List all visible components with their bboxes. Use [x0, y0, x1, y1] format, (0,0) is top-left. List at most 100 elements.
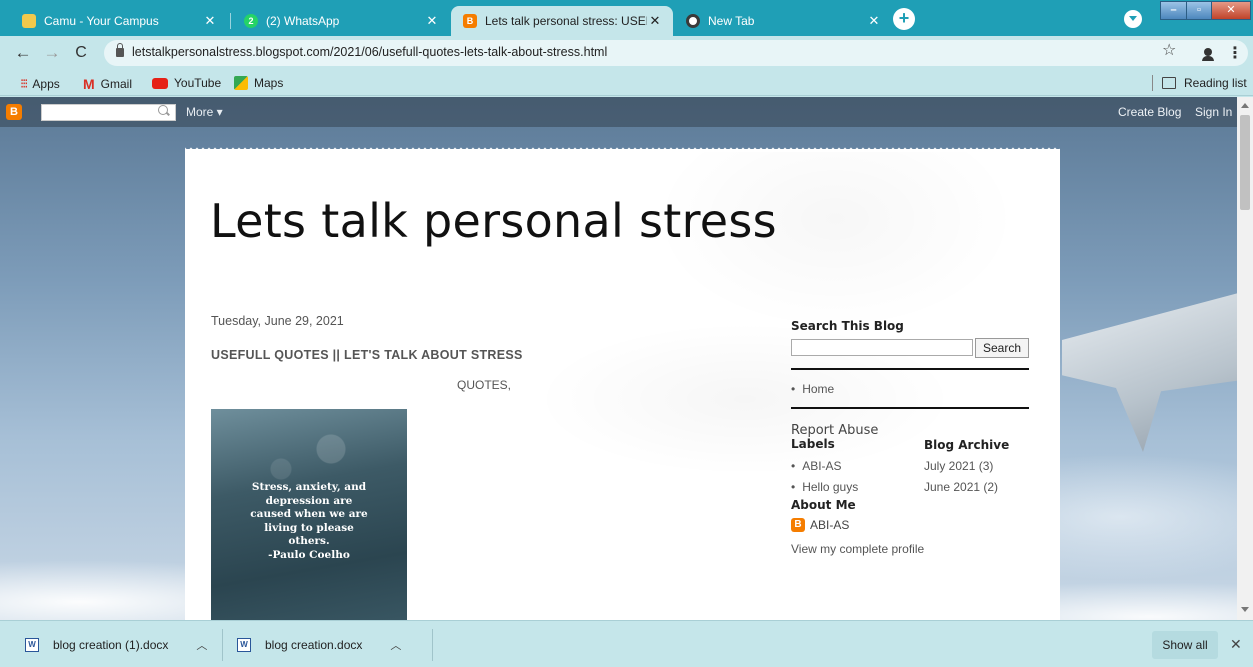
scroll-up-arrow-icon[interactable] — [1241, 103, 1249, 108]
maximize-button[interactable]: ▫ — [1186, 1, 1212, 20]
tab-strip: Camu - Your Campus ✕ 2 (2) WhatsApp ✕ B … — [0, 0, 1253, 36]
tab-search-icon[interactable] — [1124, 10, 1142, 28]
page-viewport: B More ▾ Create Blog Sign In Lets talk p… — [0, 97, 1237, 620]
blog-content-card: Lets talk personal stress Tuesday, June … — [185, 146, 1060, 620]
menu-dots-icon[interactable]: ⋮ — [1227, 43, 1243, 63]
tab-new[interactable]: New Tab ✕ — [674, 6, 892, 36]
new-tab-button[interactable]: + — [893, 8, 915, 30]
apps-grid-icon: ⁝⁝⁝ — [20, 76, 29, 91]
close-icon[interactable]: ✕ — [647, 13, 663, 29]
back-button[interactable]: ← — [13, 43, 33, 63]
sidebar-divider — [791, 368, 1029, 370]
label-link[interactable]: ABI-AS — [791, 459, 841, 473]
chevron-up-icon[interactable]: ︿ — [196, 637, 207, 653]
profile-avatar[interactable] — [1198, 44, 1218, 64]
download-filename: blog creation (1).docx — [53, 638, 169, 652]
url-text[interactable]: letstalkpersonalstress.blogspot.com/2021… — [132, 45, 607, 59]
about-heading: About Me — [791, 498, 856, 512]
sign-in-link[interactable]: Sign In — [1195, 105, 1232, 119]
labels-heading: Labels — [791, 437, 835, 451]
close-icon[interactable]: ✕ — [1230, 636, 1242, 653]
bookmark-label: Maps — [254, 76, 284, 90]
download-item[interactable]: W blog creation.docx ︿ — [237, 629, 401, 661]
show-all-button[interactable]: Show all — [1152, 631, 1218, 659]
search-icon[interactable] — [158, 105, 168, 115]
archive-link[interactable]: July 2021 (3) — [924, 459, 993, 473]
page-scrollbar[interactable] — [1237, 97, 1253, 620]
profile-name-link[interactable]: B ABI-AS — [791, 518, 849, 532]
bookmarks-bar: ⁝⁝⁝ Apps M Gmail YouTube Maps Reading li… — [0, 70, 1253, 96]
quote-line: depression are — [265, 494, 353, 507]
blogger-navbar: B More ▾ Create Blog Sign In — [0, 97, 1237, 127]
more-menu[interactable]: More ▾ — [186, 105, 223, 119]
browser-toolbar: ← → C letstalkpersonalstress.blogspot.co… — [0, 36, 1253, 70]
maps-icon — [234, 76, 248, 90]
word-document-icon: W — [25, 638, 39, 652]
quote-image[interactable]: Stress, anxiety, and depression are caus… — [211, 409, 407, 620]
tab-title: (2) WhatsApp — [266, 14, 340, 28]
archive-heading: Blog Archive — [924, 438, 1010, 452]
word-document-icon: W — [237, 638, 251, 652]
blog-search-button[interactable]: Search — [975, 338, 1029, 358]
quote-line: living to please — [264, 521, 354, 534]
reading-list-label: Reading list — [1184, 76, 1247, 90]
tab-divider — [230, 13, 231, 29]
bookmark-star-icon[interactable]: ☆ — [1162, 40, 1176, 60]
reading-list-icon — [1162, 77, 1176, 89]
bookmark-label: Gmail — [100, 77, 133, 91]
download-item[interactable]: W blog creation (1).docx ︿ — [25, 629, 207, 661]
blog-title[interactable]: Lets talk personal stress — [210, 194, 777, 248]
navbar-search-input[interactable] — [41, 104, 176, 121]
window-close-button[interactable]: ✕ — [1211, 1, 1251, 20]
bookmark-label: YouTube — [174, 76, 222, 90]
report-abuse-link[interactable]: Report Abuse — [791, 423, 878, 438]
quote-author: -Paulo Coelho — [268, 548, 350, 561]
chevron-up-icon[interactable]: ︿ — [390, 637, 401, 653]
view-profile-link[interactable]: View my complete profile — [791, 542, 924, 556]
tab-camu[interactable]: Camu - Your Campus ✕ — [10, 6, 228, 36]
reload-button[interactable]: C — [71, 43, 91, 63]
address-bar[interactable]: letstalkpersonalstress.blogspot.com/2021… — [104, 40, 1248, 66]
tab-title: New Tab — [708, 14, 755, 28]
scrollbar-thumb[interactable] — [1240, 115, 1250, 210]
tab-whatsapp[interactable]: 2 (2) WhatsApp ✕ — [232, 6, 450, 36]
close-icon[interactable]: ✕ — [202, 13, 218, 29]
page-link-home[interactable]: Home — [791, 382, 834, 396]
tab-title: Camu - Your Campus — [44, 14, 159, 28]
chrome-icon — [686, 14, 700, 28]
post-date: Tuesday, June 29, 2021 — [211, 314, 344, 328]
download-shelf: W blog creation (1).docx ︿ W blog creati… — [0, 620, 1253, 667]
blog-search-input[interactable] — [791, 339, 973, 356]
blogger-logo-icon[interactable]: B — [6, 104, 22, 120]
bookmark-gmail[interactable]: M Gmail — [83, 76, 132, 92]
whatsapp-icon: 2 — [244, 14, 258, 28]
download-divider — [432, 629, 433, 661]
create-blog-link[interactable]: Create Blog — [1118, 105, 1181, 119]
post-title[interactable]: USEFULL QUOTES || LET'S TALK ABOUT STRES… — [211, 348, 523, 362]
reading-list-button[interactable]: Reading list — [1162, 76, 1247, 90]
archive-link[interactable]: June 2021 (2) — [924, 480, 998, 494]
search-heading: Search This Blog — [791, 319, 904, 333]
post-subtitle: QUOTES, — [457, 378, 512, 392]
gmail-icon: M — [83, 76, 95, 92]
camu-icon — [22, 14, 36, 28]
airplane-wing-image — [1062, 292, 1237, 452]
quote-line: Stress, anxiety, and — [251, 481, 367, 493]
label-link[interactable]: Hello guys — [791, 480, 858, 494]
bookmark-label: Apps — [32, 77, 60, 91]
bookmark-apps[interactable]: ⁝⁝⁝ Apps — [20, 76, 60, 92]
close-icon[interactable]: ✕ — [866, 13, 882, 29]
forward-button[interactable]: → — [42, 43, 62, 63]
sidebar-divider — [791, 407, 1029, 409]
lock-icon[interactable] — [116, 43, 124, 57]
scroll-down-arrow-icon[interactable] — [1241, 607, 1249, 612]
download-filename: blog creation.docx — [265, 638, 363, 652]
bookmark-youtube[interactable]: YouTube — [152, 76, 221, 90]
quote-line: caused when we are — [250, 508, 368, 520]
bookmarks-divider — [1152, 75, 1153, 91]
youtube-icon — [152, 77, 168, 89]
close-icon[interactable]: ✕ — [424, 13, 440, 29]
minimize-button[interactable]: – — [1160, 1, 1187, 20]
tab-blog[interactable]: B Lets talk personal stress: USEFUL ✕ — [451, 6, 673, 36]
bookmark-maps[interactable]: Maps — [234, 76, 283, 90]
